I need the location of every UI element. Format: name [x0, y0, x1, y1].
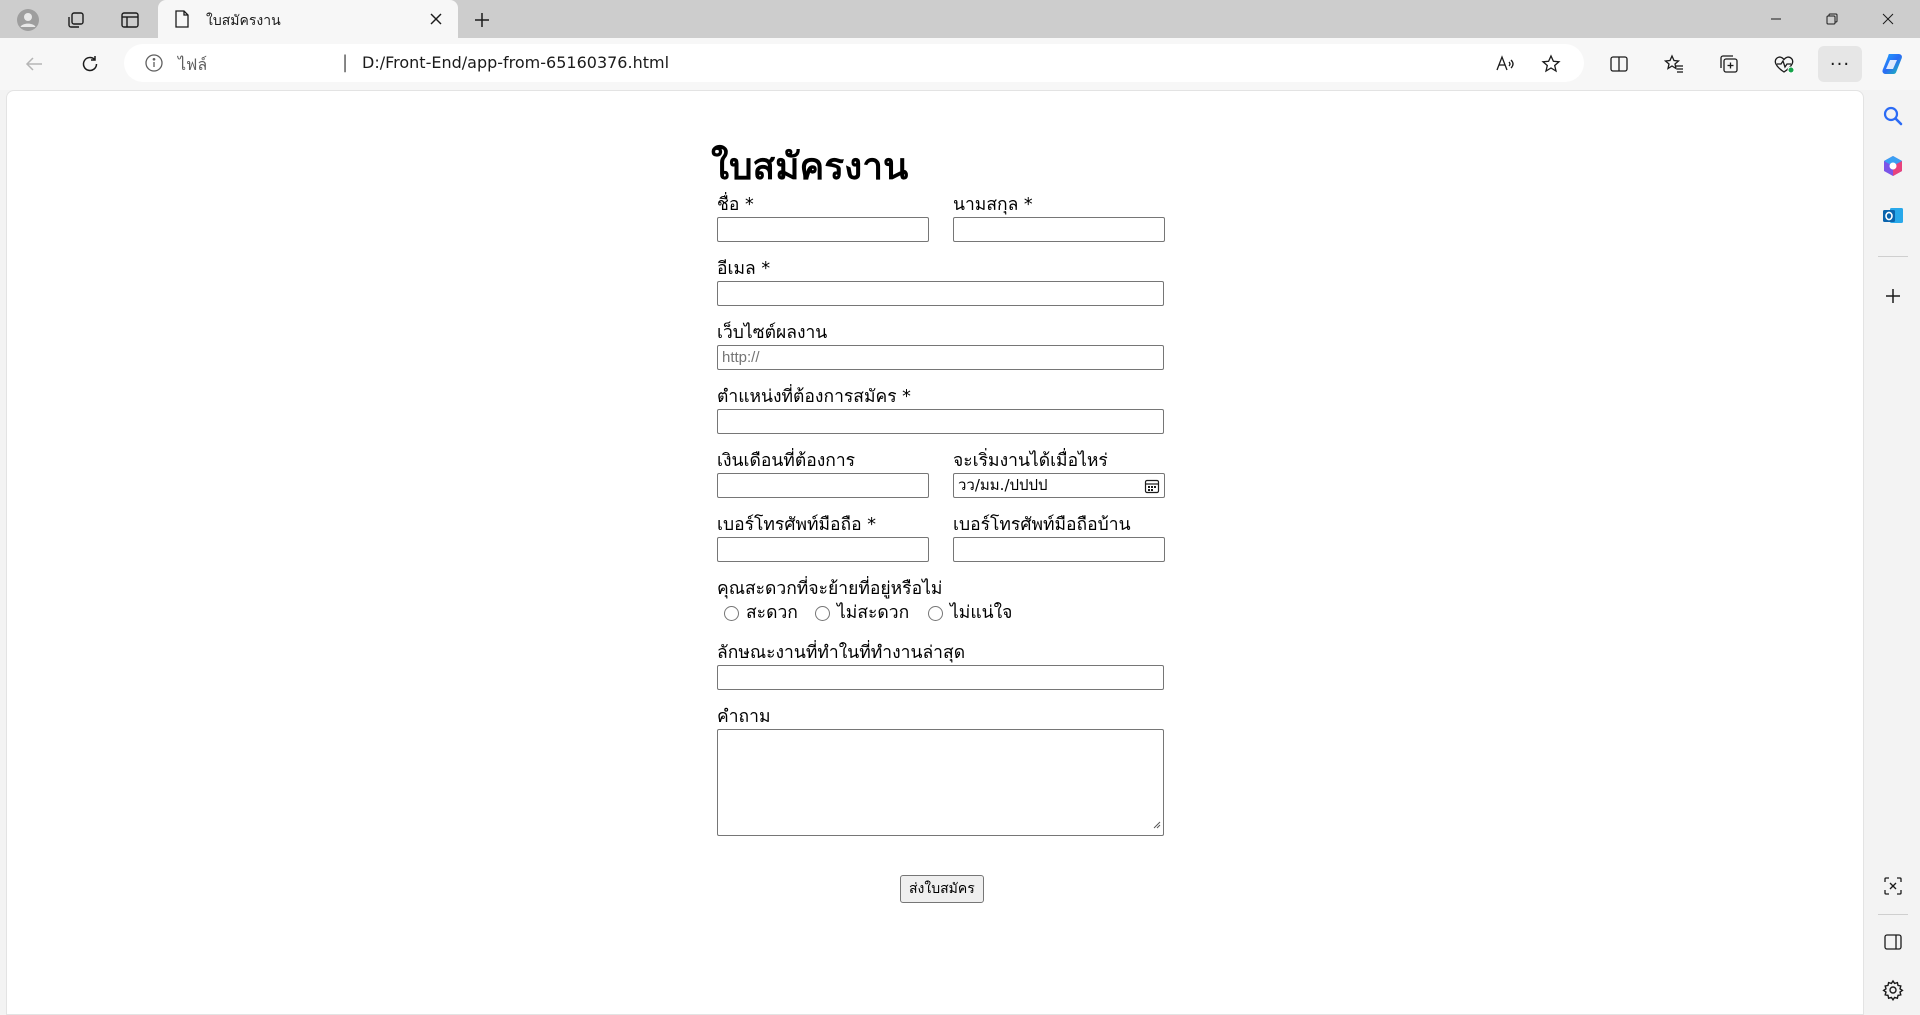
- relocate-option-no-label[interactable]: ไม่สะดวก: [837, 601, 909, 625]
- relocate-option-unsure-radio[interactable]: [928, 606, 943, 621]
- position-row: ตำแหน่งที่ต้องการสมัคร *: [711, 385, 1171, 449]
- address-separator: |: [342, 52, 349, 73]
- last-name-label: นามสกุล *: [953, 195, 1033, 215]
- first-name-field[interactable]: [717, 217, 929, 242]
- search-icon[interactable]: [1879, 102, 1907, 130]
- last-job-row: ลักษณะงานที่ทำในที่ทำงานล่าสุด: [711, 641, 1171, 705]
- relocate-option-yes-radio[interactable]: [724, 606, 739, 621]
- more-options-button[interactable]: ···: [1818, 46, 1862, 82]
- website-row: เว็บไซต์ผลงาน http://: [711, 321, 1171, 385]
- browser-toolbar: ไฟล์ | D:/Front-End/app-from-65160376.ht…: [0, 38, 1920, 90]
- settings-icon[interactable]: [1879, 976, 1907, 1004]
- workspaces-icon[interactable]: [58, 4, 94, 36]
- question-textarea[interactable]: [717, 729, 1164, 836]
- first-name-label: ชื่อ *: [717, 195, 754, 215]
- last-job-field[interactable]: [717, 665, 1164, 690]
- office-icon[interactable]: [1879, 152, 1907, 180]
- question-row: คำถาม: [711, 705, 1171, 845]
- position-field[interactable]: [717, 409, 1164, 434]
- phone-row: เบอร์โทรศัพท์มือถือ * เบอร์โทรศัพท์มือถื…: [711, 513, 1171, 577]
- home-phone-label: เบอร์โทรศัพท์มือถือบ้าน: [953, 515, 1131, 535]
- address-url[interactable]: D:/Front-End/app-from-65160376.html: [362, 53, 669, 72]
- refresh-icon[interactable]: [72, 46, 108, 82]
- page-title: ใบสมัครงาน: [711, 145, 909, 188]
- resize-handle-icon[interactable]: [1152, 814, 1161, 833]
- screenshot-icon[interactable]: [1879, 872, 1907, 900]
- page-icon: [174, 10, 190, 32]
- plus-icon[interactable]: [466, 4, 498, 36]
- salary-date-row: เงินเดือนที่ต้องการ จะเริ่มงานได้เมื่อไห…: [711, 449, 1171, 513]
- question-label: คำถาม: [717, 707, 771, 727]
- favorite-star-icon[interactable]: [1540, 53, 1562, 75]
- edge-sidebar: [1866, 90, 1920, 1015]
- minimize-icon[interactable]: [1748, 0, 1804, 38]
- sidebar-divider: [1878, 914, 1908, 915]
- relocate-row: คุณสะดวกที่จะย้ายที่อยู่หรือไม่ สะดวก ไม…: [711, 577, 1171, 641]
- copilot-icon[interactable]: [1874, 46, 1910, 82]
- plus-icon[interactable]: [1879, 282, 1907, 310]
- last-name-field[interactable]: [953, 217, 1165, 242]
- browser-essentials-icon[interactable]: [1766, 46, 1802, 82]
- profile-icon[interactable]: [10, 4, 46, 36]
- calendar-icon[interactable]: [1144, 478, 1160, 501]
- close-icon[interactable]: [426, 9, 446, 29]
- outlook-icon[interactable]: [1879, 202, 1907, 230]
- salary-label: เงินเดือนที่ต้องการ: [717, 451, 856, 471]
- tab-active[interactable]: ใบสมัครงาน: [158, 0, 458, 38]
- email-row: อีเมล *: [711, 257, 1171, 321]
- start-date-field[interactable]: วว/มม./ปปปป: [953, 473, 1165, 498]
- start-date-placeholder: วว/มม./ปปปป: [958, 476, 1048, 494]
- start-date-label: จะเริ่มงานได้เมื่อไหร่: [953, 451, 1108, 471]
- mobile-label: เบอร์โทรศัพท์มือถือ *: [717, 515, 876, 535]
- email-field[interactable]: [717, 281, 1164, 306]
- website-field[interactable]: http://: [717, 345, 1164, 370]
- collections-icon[interactable]: [1711, 46, 1747, 82]
- info-icon[interactable]: [144, 53, 164, 77]
- vertical-tabs-icon[interactable]: [112, 4, 148, 36]
- position-label: ตำแหน่งที่ต้องการสมัคร *: [717, 387, 911, 407]
- website-label: เว็บไซต์ผลงาน: [717, 323, 828, 343]
- submit-button[interactable]: ส่งใบสมัคร: [900, 875, 984, 903]
- last-job-label: ลักษณะงานที่ทำในที่ทำงานล่าสุด: [717, 643, 966, 663]
- home-phone-field[interactable]: [953, 537, 1165, 562]
- address-bar[interactable]: ไฟล์ | D:/Front-End/app-from-65160376.ht…: [124, 44, 1584, 82]
- split-screen-icon[interactable]: [1601, 46, 1637, 82]
- salary-field[interactable]: [717, 473, 929, 498]
- tab-title: ใบสมัครงาน: [206, 13, 281, 29]
- tab-strip: ใบสมัครงาน: [0, 0, 1920, 38]
- address-scheme: ไฟล์: [178, 55, 208, 74]
- relocate-option-unsure-label[interactable]: ไม่แน่ใจ: [950, 601, 1012, 625]
- page-viewport: ใบสมัครงาน ชื่อ * นามสกุล * อีเมล * เว็บ…: [6, 90, 1864, 1015]
- relocate-option-yes-label[interactable]: สะดวก: [746, 601, 798, 625]
- relocate-option-no-radio[interactable]: [815, 606, 830, 621]
- job-application-form: ใบสมัครงาน ชื่อ * นามสกุล * อีเมล * เว็บ…: [711, 141, 1171, 903]
- name-row: ชื่อ * นามสกุล *: [711, 193, 1171, 257]
- back-icon[interactable]: [16, 46, 52, 82]
- sidebar-divider: [1878, 256, 1908, 257]
- read-aloud-icon[interactable]: [1494, 53, 1516, 75]
- mobile-field[interactable]: [717, 537, 929, 562]
- relocate-label: คุณสะดวกที่จะย้ายที่อยู่หรือไม่: [717, 579, 943, 599]
- restore-icon[interactable]: [1804, 0, 1860, 38]
- close-icon[interactable]: [1860, 0, 1916, 38]
- favorites-icon[interactable]: [1656, 46, 1692, 82]
- email-label: อีเมล *: [717, 259, 771, 279]
- sidebar-icon[interactable]: [1879, 928, 1907, 956]
